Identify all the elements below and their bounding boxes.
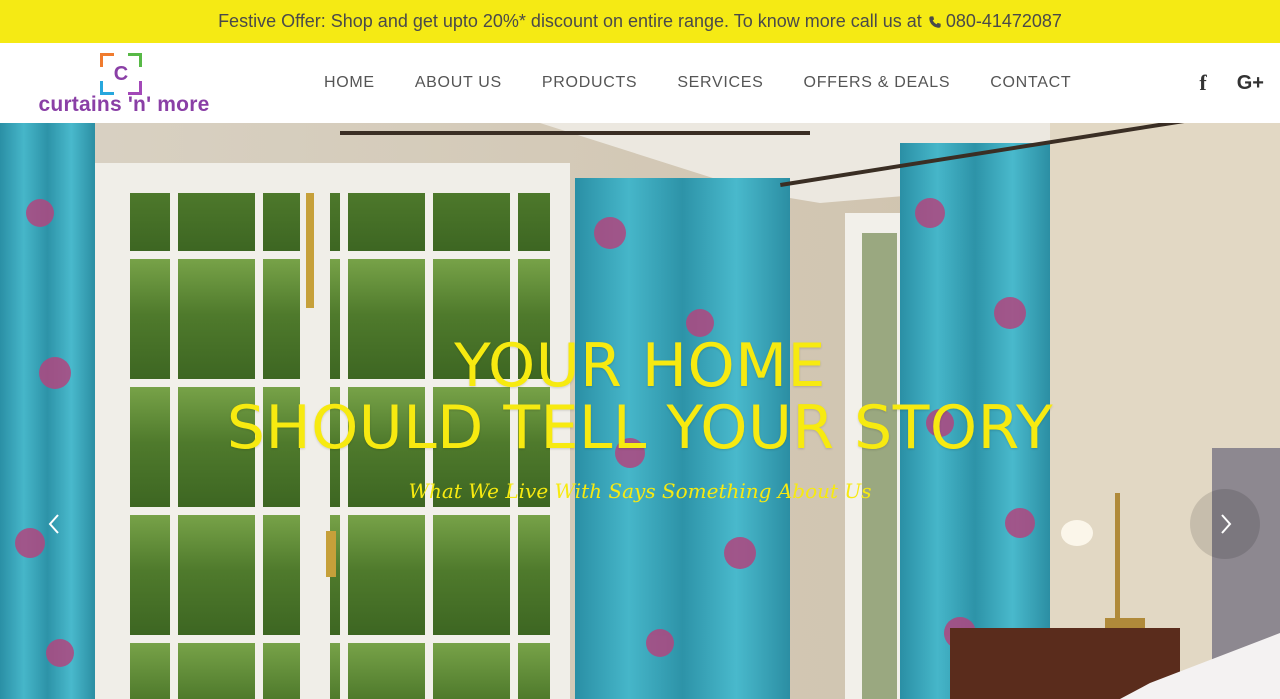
hero-slider: YOUR HOME SHOULD TELL YOUR STORY What We… [0,123,1280,699]
hero-title-line-2: SHOULD TELL YOUR STORY [226,393,1054,463]
logo-letter: C [113,62,129,85]
main-nav: HOME ABOUT US PRODUCTS SERVICES OFFERS &… [304,43,1091,123]
google-plus-icon[interactable]: G+ [1237,72,1264,95]
social-links: f G+ [1199,43,1264,123]
offer-text: Festive Offer: Shop and get upto 20%* di… [218,11,922,31]
slider-prev-button[interactable] [20,489,90,559]
nav-products[interactable]: PRODUCTS [542,74,637,92]
slider-next-button[interactable] [1190,489,1260,559]
site-header: C curtains 'n' more HOME ABOUT US PRODUC… [0,43,1280,123]
phone-icon [929,15,941,28]
nav-offers-deals[interactable]: OFFERS & DEALS [804,74,951,92]
logo-mark: C [100,53,142,95]
hero-subtitle: What We Live With Says Something About U… [408,479,872,503]
chevron-left-icon [48,514,59,534]
hero-title: YOUR HOME SHOULD TELL YOUR STORY [0,335,1280,459]
phone-number: 080-41472087 [945,11,1062,31]
offer-bar: Festive Offer: Shop and get upto 20%* di… [0,0,1280,43]
logo-name: curtains 'n' more [38,93,210,116]
nav-home[interactable]: HOME [324,74,375,92]
site-logo[interactable]: C curtains 'n' more [36,53,212,117]
nav-about-us[interactable]: ABOUT US [415,74,502,92]
facebook-icon[interactable]: f [1199,70,1206,96]
nav-contact[interactable]: CONTACT [990,74,1071,92]
chevron-right-icon [1221,514,1232,534]
hero-caption: YOUR HOME SHOULD TELL YOUR STORY What We… [0,335,1280,503]
hero-title-line-1: YOUR HOME [454,331,826,401]
nav-services[interactable]: SERVICES [677,74,763,92]
phone-link[interactable]: 080-41472087 [928,11,1062,32]
